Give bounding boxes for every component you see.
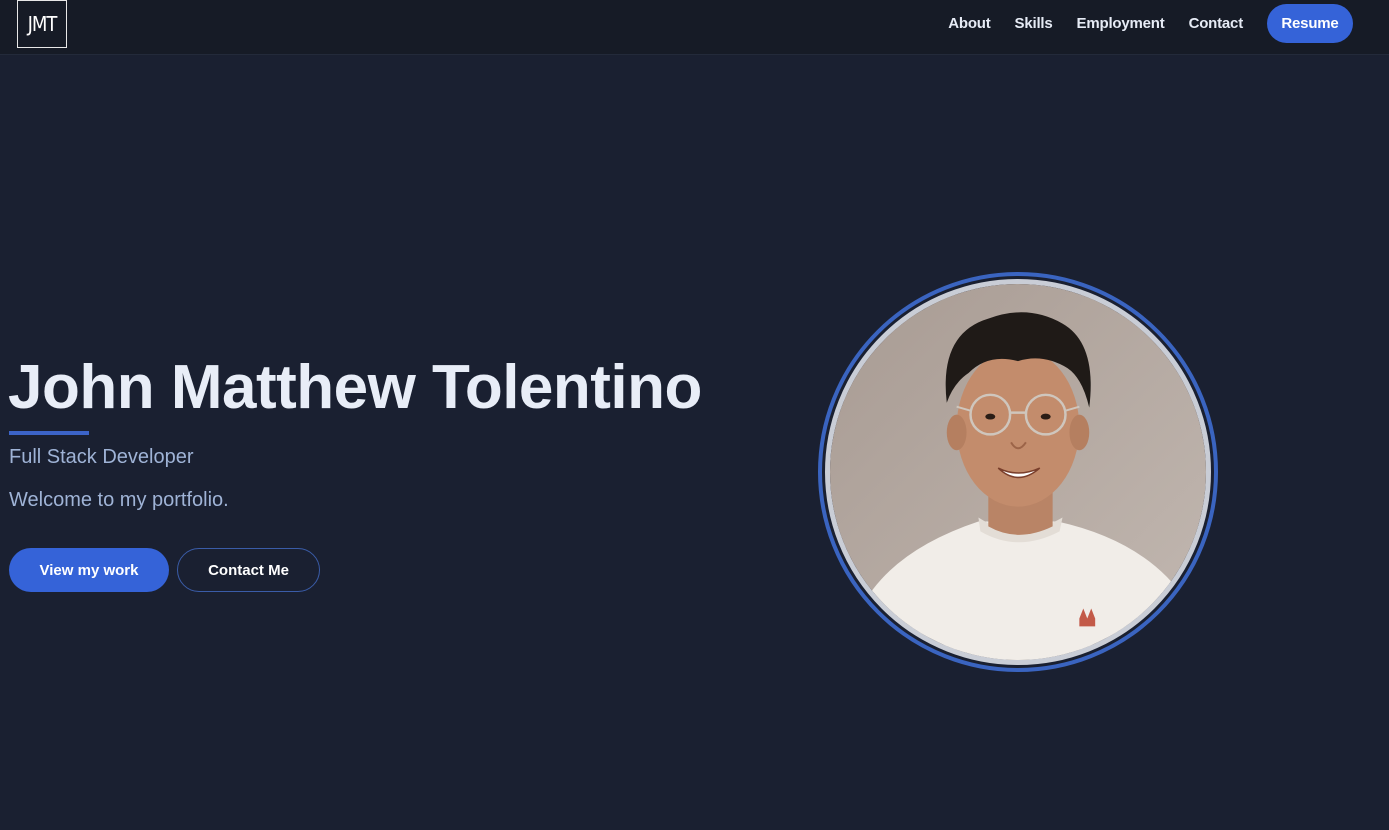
hero-welcome: Welcome to my portfolio. <box>9 489 229 511</box>
resume-button[interactable]: Resume <box>1267 4 1353 43</box>
nav-link-skills[interactable]: Skills <box>1015 15 1053 32</box>
profile-photo <box>825 279 1211 665</box>
hero-name: John Matthew Tolentino <box>8 353 702 422</box>
nav-links: About Skills Employment Contact Resume <box>948 4 1353 43</box>
nav-link-employment[interactable]: Employment <box>1077 15 1165 32</box>
view-work-button[interactable]: View my work <box>9 548 169 592</box>
contact-me-button[interactable]: Contact Me <box>177 548 320 592</box>
site-logo[interactable]: JMT <box>17 0 67 48</box>
accent-divider <box>9 431 89 435</box>
hero-role: Full Stack Developer <box>9 446 194 468</box>
nav-link-contact[interactable]: Contact <box>1189 15 1244 32</box>
profile-photo-illustration <box>830 284 1206 660</box>
avatar-ring <box>818 272 1218 672</box>
navbar: JMT About Skills Employment Contact Resu… <box>0 0 1389 55</box>
nav-link-about[interactable]: About <box>948 15 991 32</box>
hero-section: John Matthew Tolentino Full Stack Develo… <box>0 56 1389 830</box>
